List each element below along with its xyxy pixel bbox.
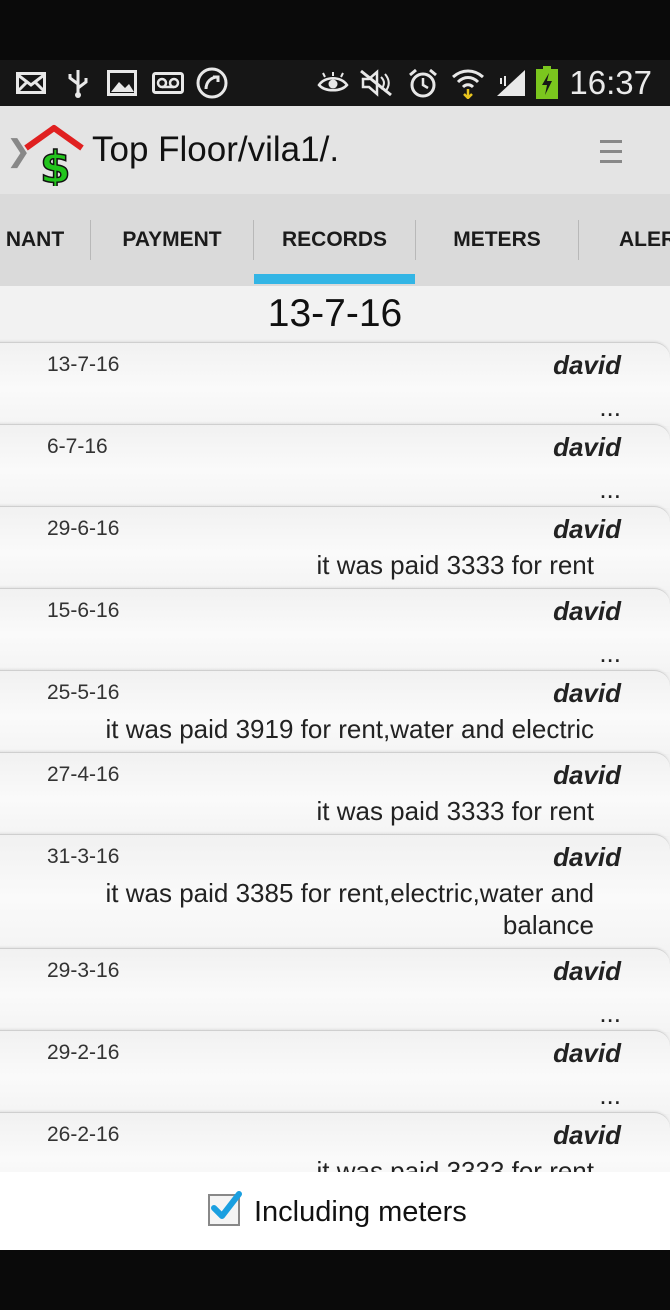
record-date: 29-6-16 <box>47 517 120 540</box>
record-description: ... <box>599 392 621 422</box>
record-description: it was paid 3919 for rent,water and elec… <box>105 714 594 744</box>
footer-bar: Including meters <box>0 1172 670 1250</box>
overflow-menu-icon[interactable] <box>600 140 622 170</box>
tab-meters[interactable]: METERS <box>416 194 578 286</box>
record-date: 27-4-16 <box>47 763 120 786</box>
bottom-black-band <box>0 1250 670 1310</box>
record-description: ... <box>599 638 621 668</box>
record-user: david <box>553 514 621 544</box>
wifi-icon <box>450 68 486 99</box>
tab-payment[interactable]: PAYMENT <box>91 194 253 286</box>
including-meters-label[interactable]: Including meters <box>254 1196 467 1229</box>
record-row[interactable]: 29-6-16 david it was paid 3333 for rent <box>0 506 670 590</box>
record-date: 25-5-16 <box>47 681 120 704</box>
usb-icon <box>64 68 92 98</box>
top-black-band <box>0 0 670 60</box>
record-row[interactable]: 13-7-16 david ... <box>0 342 670 426</box>
mute-icon <box>358 68 394 98</box>
record-user: david <box>553 1038 621 1068</box>
record-user: david <box>553 956 621 986</box>
record-description: it was paid 3385 for rent,electric,water… <box>105 878 594 940</box>
selected-tab-indicator <box>254 274 415 284</box>
record-date: 13-7-16 <box>47 353 120 376</box>
record-date: 6-7-16 <box>47 435 108 458</box>
record-description: ... <box>599 474 621 504</box>
record-description: it was paid 3333 for rent <box>316 796 595 826</box>
record-user: david <box>553 1120 621 1150</box>
battery-charging-icon <box>534 66 560 99</box>
record-description: ... <box>599 998 621 1028</box>
page-title: Top Floor/vila1/. <box>92 130 340 169</box>
record-row[interactable]: 31-3-16 david it was paid 3385 for rent,… <box>0 834 670 950</box>
tab-tenant[interactable]: NANT <box>0 194 90 286</box>
alarm-icon <box>406 68 440 98</box>
record-row[interactable]: 29-2-16 david ... <box>0 1030 670 1114</box>
voicemail-icon <box>150 68 186 98</box>
records-date-header: 13-7-16 <box>267 292 403 335</box>
record-row[interactable]: 25-5-16 david it was paid 3919 for rent,… <box>0 670 670 754</box>
including-meters-checkbox[interactable] <box>208 1191 242 1226</box>
record-row[interactable]: 15-6-16 david ... <box>0 588 670 672</box>
image-icon <box>106 68 138 98</box>
tab-alerts[interactable]: ALER <box>579 194 670 286</box>
status-time: 16:37 <box>569 64 652 101</box>
record-date: 15-6-16 <box>47 599 120 622</box>
missed-call-icon <box>196 67 228 99</box>
record-row[interactable]: 27-4-16 david it was paid 3333 for rent <box>0 752 670 836</box>
record-date: 29-2-16 <box>47 1041 120 1064</box>
checkmark-icon <box>211 1191 242 1219</box>
record-date: 29-3-16 <box>47 959 120 982</box>
house-dollar-icon[interactable]: $ <box>22 120 86 194</box>
record-date: 31-3-16 <box>47 845 120 868</box>
record-user: david <box>553 596 621 626</box>
tab-records[interactable]: RECORDS <box>254 194 415 286</box>
record-user: david <box>553 842 621 872</box>
record-row[interactable]: 29-3-16 david ... <box>0 948 670 1032</box>
signal-icon <box>494 68 528 98</box>
record-user: david <box>553 432 621 462</box>
record-description: it was paid 3333 for rent <box>316 550 595 580</box>
action-bar: ❯ $ Top Floor/vila1/. <box>0 106 670 194</box>
record-date: 26-2-16 <box>47 1123 120 1146</box>
svg-text:$: $ <box>40 142 71 186</box>
eye-icon <box>316 68 350 98</box>
record-description: ... <box>599 1080 621 1110</box>
status-bar: 16:37 <box>0 60 670 106</box>
record-row[interactable]: 6-7-16 david ... <box>0 424 670 508</box>
record-user: david <box>553 350 621 380</box>
record-user: david <box>553 678 621 708</box>
record-user: david <box>553 760 621 790</box>
tab-bar: NANT PAYMENT RECORDS METERS ALER <box>0 194 670 286</box>
records-list: 13-7-16 13-7-16 david ... 6-7-16 david .… <box>0 286 670 1250</box>
mail-icon <box>14 68 48 98</box>
